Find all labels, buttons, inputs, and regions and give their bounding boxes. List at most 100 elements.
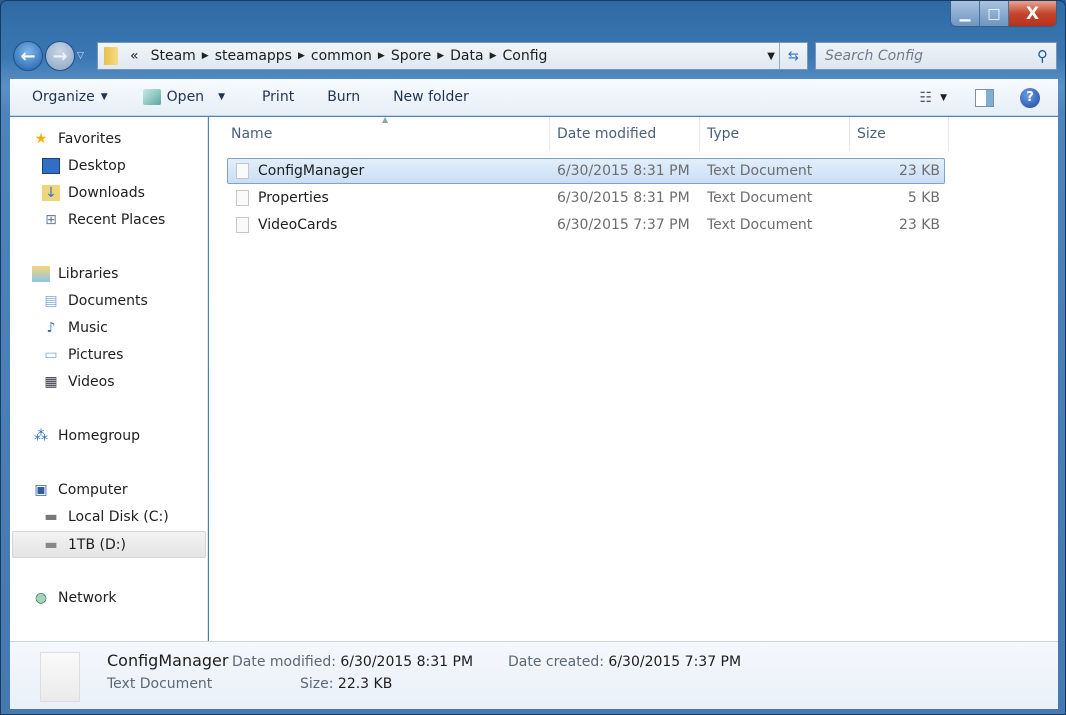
back-button[interactable]: ← — [13, 41, 43, 71]
column-header-type[interactable]: Type — [700, 117, 850, 151]
preview-pane-icon[interactable] — [975, 88, 994, 107]
breadcrumb-config[interactable]: Config — [503, 48, 548, 64]
caret-down-icon[interactable]: ▼ — [218, 92, 225, 102]
arrow-right-icon: → — [52, 45, 68, 67]
breadcrumb-steam[interactable]: Steam — [151, 48, 196, 64]
breadcrumb-data[interactable]: Data — [450, 48, 483, 64]
details-file-type: Text Document — [107, 676, 213, 692]
breadcrumb-spore[interactable]: Spore — [391, 48, 431, 64]
file-type: Text Document — [707, 217, 813, 233]
nav-desktop[interactable]: Desktop — [42, 155, 126, 177]
network-icon: ◍ — [34, 590, 48, 606]
nav-label: Music — [68, 320, 108, 336]
view-dropdown-icon[interactable]: ▼ — [940, 93, 947, 103]
minimize-button[interactable]: ▁ — [951, 1, 980, 26]
nav-label: Desktop — [68, 158, 126, 174]
chevron-right-icon[interactable]: ▶ — [437, 51, 444, 61]
search-input[interactable]: Search Config ⚲ — [815, 42, 1057, 70]
file-type: Text Document — [707, 163, 813, 179]
burn-button[interactable]: Burn — [305, 79, 371, 115]
text-file-icon — [236, 190, 249, 206]
desktop-icon — [42, 158, 60, 174]
nav-downloads[interactable]: ↓ Downloads — [42, 182, 145, 204]
file-row[interactable]: VideoCards 6/30/2015 7:37 PM Text Docume… — [227, 212, 945, 238]
details-date-created: Date created: 6/30/2015 7:37 PM — [508, 654, 741, 670]
forward-button[interactable]: → — [45, 41, 75, 71]
nav-documents[interactable]: ▤ Documents — [42, 290, 147, 312]
value: 22.3 KB — [337, 676, 393, 692]
nav-recent-places[interactable]: ⊞ Recent Places — [42, 209, 165, 231]
maximize-button[interactable]: □ — [980, 1, 1009, 26]
file-row[interactable]: Properties 6/30/2015 8:31 PM Text Docume… — [227, 185, 945, 211]
documents-icon: ▤ — [44, 293, 58, 309]
homegroup-icon: ⁂ — [34, 428, 48, 444]
breadcrumb-steamapps[interactable]: steamapps — [215, 48, 292, 64]
nav-d-drive[interactable]: ▬ 1TB (D:) — [12, 531, 206, 558]
refresh-icon[interactable]: ⇆ — [779, 43, 807, 69]
libraries-icon — [32, 266, 50, 282]
nav-network[interactable]: ◍ Network — [32, 587, 117, 609]
details-pane: ConfigManager Text Document Date modifie… — [10, 641, 1058, 709]
nav-local-disk-c[interactable]: ▬ Local Disk (C:) — [42, 506, 168, 528]
nav-label: Favorites — [58, 131, 122, 147]
file-size: 5 KB — [907, 190, 940, 206]
nav-label: Recent Places — [68, 212, 166, 228]
text-file-large-icon — [40, 652, 80, 702]
star-icon: ★ — [34, 131, 48, 147]
nav-homegroup[interactable]: ⁂ Homegroup — [32, 425, 140, 447]
chevron-right-icon[interactable]: ▶ — [298, 51, 305, 61]
file-date: 6/30/2015 8:31 PM — [557, 190, 690, 206]
nav-pictures[interactable]: ▭ Pictures — [42, 344, 123, 366]
address-dropdown-icon[interactable]: ▼ — [767, 51, 775, 62]
breadcrumb-overflow[interactable]: « — [130, 48, 139, 64]
close-button[interactable]: X — [1009, 1, 1056, 26]
search-placeholder: Search Config — [825, 48, 923, 64]
label: Size: — [300, 676, 334, 692]
navigation-pane: ★ Favorites Desktop ↓ Downloads ⊞ Recent Pl… — [10, 117, 208, 641]
nav-computer[interactable]: ▣ Computer — [32, 479, 128, 501]
nav-label: Pictures — [68, 347, 124, 363]
nav-libraries[interactable]: Libraries — [32, 263, 118, 285]
arrow-left-icon: ← — [20, 45, 36, 67]
file-name: Properties — [258, 190, 329, 206]
value: 6/30/2015 8:31 PM — [340, 654, 474, 670]
window-controls: ▁ □ X — [950, 1, 1057, 27]
chevron-right-icon[interactable]: ▶ — [378, 51, 385, 61]
organize-button[interactable]: Organize ▼ — [10, 79, 119, 115]
recent-pages-dropdown[interactable]: ▽ — [77, 51, 84, 61]
print-button[interactable]: Print — [236, 79, 305, 115]
explorer-window: ▁ □ X ← → ▽ « Steam ▶ steamapps ▶ common ▶ … — [0, 0, 1066, 715]
computer-icon: ▣ — [34, 482, 48, 498]
nav-label: 1TB (D:) — [68, 536, 126, 553]
nav-favorites[interactable]: ★ Favorites — [32, 128, 122, 150]
file-date: 6/30/2015 8:31 PM — [557, 163, 690, 179]
column-header-size[interactable]: Size — [850, 117, 949, 151]
chevron-right-icon[interactable]: ▶ — [490, 51, 497, 61]
column-header-date-modified[interactable]: Date modified — [550, 117, 700, 151]
nav-music[interactable]: ♪ Music — [42, 317, 108, 339]
text-file-icon — [236, 217, 249, 233]
address-bar[interactable]: « Steam ▶ steamapps ▶ common ▶ Spore ▶ Data ▶… — [97, 42, 808, 70]
file-size: 23 KB — [898, 163, 940, 179]
file-row[interactable]: ConfigManager 6/30/2015 8:31 PM Text Doc… — [227, 158, 945, 184]
column-header-name[interactable]: Name — [209, 117, 550, 151]
label: Date modified: — [232, 654, 336, 670]
videos-icon: ▦ — [44, 374, 58, 390]
details-size: Size: 22.3 KB — [300, 676, 392, 692]
chevron-right-icon[interactable]: ▶ — [202, 51, 209, 61]
open-label: Open — [166, 89, 205, 105]
file-date: 6/30/2015 7:37 PM — [557, 217, 690, 233]
pictures-icon: ▭ — [44, 347, 58, 363]
help-icon[interactable]: ? — [1020, 87, 1040, 108]
folder-icon — [104, 47, 118, 65]
breadcrumb-common[interactable]: common — [311, 48, 372, 64]
search-icon[interactable]: ⚲ — [1037, 47, 1048, 65]
label: Date created: — [508, 654, 604, 670]
change-view-icon[interactable]: ☷ — [920, 90, 933, 106]
open-button[interactable]: Open ▼ — [119, 79, 236, 115]
text-file-icon — [236, 163, 249, 179]
new-folder-button[interactable]: New folder — [371, 79, 480, 115]
nav-videos[interactable]: ▦ Videos — [42, 371, 114, 393]
caret-down-icon: ▼ — [100, 92, 108, 102]
nav-label: Computer — [58, 482, 128, 498]
